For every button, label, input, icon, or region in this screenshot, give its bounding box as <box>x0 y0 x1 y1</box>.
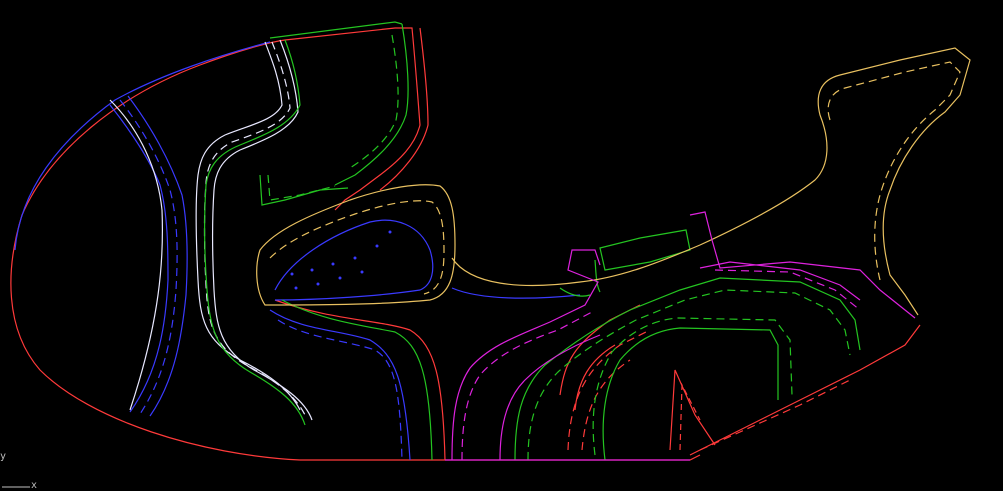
yellow-inner-dashed <box>269 200 445 295</box>
green-inner-window <box>602 327 779 461</box>
magenta-group <box>445 211 916 461</box>
white-group <box>109 39 313 421</box>
yellow-arch <box>451 47 971 316</box>
white-seam-1 <box>195 41 301 411</box>
axis-indicator <box>2 486 30 488</box>
axis-y-label: y <box>0 451 7 462</box>
green-small-arc <box>559 259 601 297</box>
green-group <box>204 21 861 461</box>
green-dashed-1 <box>267 174 336 201</box>
red-dashed-1 <box>567 329 651 451</box>
blue-arch <box>451 287 581 299</box>
red-outline-group <box>10 27 921 461</box>
blue-inner-loop <box>274 219 434 301</box>
blue-left-outline <box>14 41 271 251</box>
red-mid-lines <box>559 304 641 411</box>
yellow-group <box>256 47 971 316</box>
outer-left-boundary <box>10 27 421 461</box>
blue-seam-1 <box>109 104 169 413</box>
pattern-drawing <box>10 21 971 461</box>
green-lower-curve <box>281 299 433 461</box>
blue-seam-3 <box>127 95 188 417</box>
white-seam-3 <box>211 39 313 421</box>
green-box-top <box>599 229 691 271</box>
blue-lower-curve <box>269 309 411 461</box>
red-dashed-2 <box>581 359 631 451</box>
green-right-lane-dash <box>527 289 851 461</box>
magenta-dashed <box>461 311 593 461</box>
white-seam-2 <box>203 41 306 416</box>
punch-holes <box>290 230 392 290</box>
blue-lower-dashed <box>277 319 403 461</box>
green-inner-window-dash <box>592 317 793 456</box>
green-inner-box-top <box>259 174 349 206</box>
magenta-outer <box>451 249 601 461</box>
inner-red-seam-right <box>379 27 429 191</box>
green-dashed-2 <box>349 34 399 169</box>
magenta-right-dash <box>714 269 861 311</box>
blue-seam-2 <box>119 99 178 415</box>
red-right-diag <box>689 324 921 456</box>
red-right-dashed <box>699 379 851 451</box>
green-top-line <box>269 21 403 39</box>
red-spike-1 <box>669 369 716 451</box>
yellow-arch-dashed <box>827 61 961 281</box>
cad-viewport[interactable]: y x <box>0 0 1003 491</box>
magenta-right-lane <box>689 211 916 319</box>
